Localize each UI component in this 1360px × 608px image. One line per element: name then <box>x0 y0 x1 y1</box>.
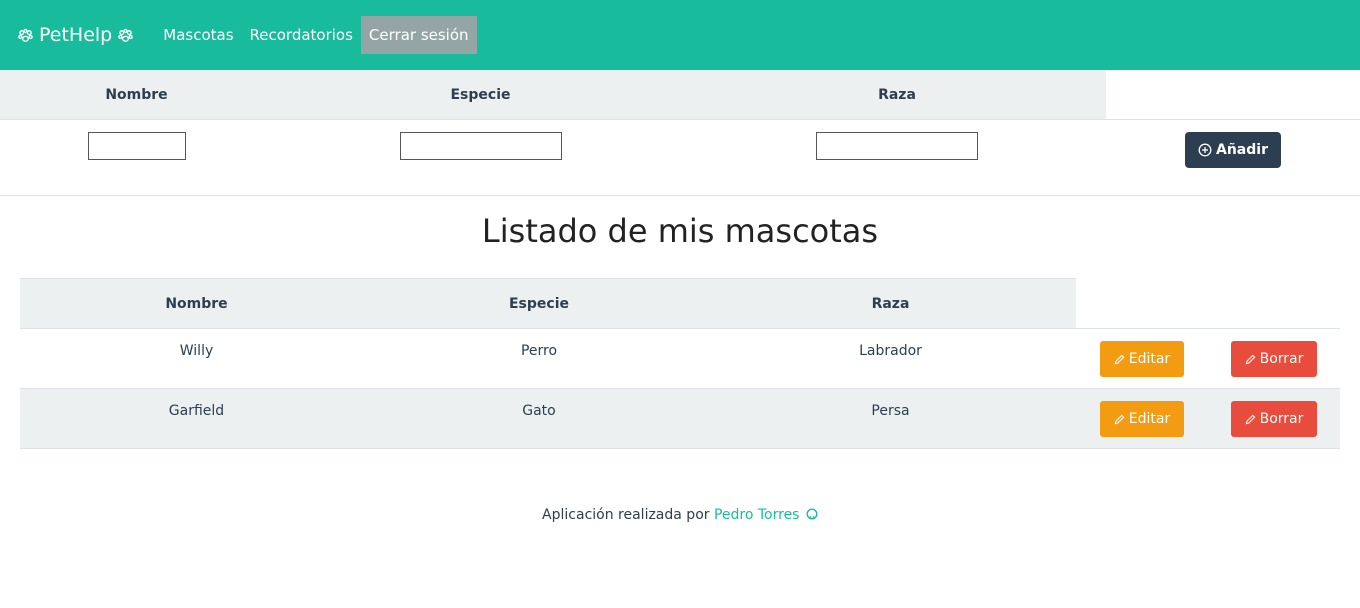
header-nombre: Nombre <box>0 70 273 120</box>
plus-circle-icon <box>1198 143 1212 157</box>
pencil-icon <box>1245 414 1256 424</box>
delete-button[interactable]: Borrar <box>1230 341 1318 377</box>
pet-name: Willy <box>20 328 373 389</box>
pet-species: Perro <box>373 328 705 389</box>
paw-icon <box>18 28 33 42</box>
add-pet-form: Nombre Especie Raza Añadir <box>0 70 1360 196</box>
pet-species: Gato <box>373 388 705 449</box>
edit-button-label: Editar <box>1128 351 1171 367</box>
header-especie: Especie <box>273 70 688 120</box>
column-nombre: Nombre <box>20 278 373 329</box>
edit-button[interactable]: Editar <box>1099 341 1185 377</box>
pencil-icon <box>1114 354 1125 364</box>
nav-link-mascotas[interactable]: Mascotas <box>155 16 241 54</box>
nombre-input[interactable] <box>87 132 186 160</box>
pet-breed: Labrador <box>705 328 1076 389</box>
column-raza: Raza <box>705 278 1076 329</box>
header-actions <box>1106 70 1360 120</box>
nav-link-recordatorios[interactable]: Recordatorios <box>242 16 361 54</box>
delete-button[interactable]: Borrar <box>1230 401 1318 437</box>
delete-button-label: Borrar <box>1259 351 1304 367</box>
edit-button[interactable]: Editar <box>1099 401 1185 437</box>
add-button[interactable]: Añadir <box>1185 132 1281 168</box>
edit-button-label: Editar <box>1128 411 1171 427</box>
pencil-icon <box>1114 414 1125 424</box>
footer-text: Aplicación realizada por <box>542 507 710 523</box>
pencil-icon <box>1245 354 1256 364</box>
raza-input[interactable] <box>816 132 978 160</box>
brand-name: PetHelp <box>39 24 113 46</box>
table-row: Garfield Gato Persa Editar Borrar <box>20 388 1340 449</box>
footer: Aplicación realizada por Pedro Torres <box>0 507 1360 523</box>
column-actions <box>1076 278 1340 329</box>
pet-breed: Persa <box>705 388 1076 449</box>
github-icon <box>806 508 818 520</box>
add-button-label: Añadir <box>1216 142 1268 158</box>
delete-button-label: Borrar <box>1259 411 1304 427</box>
nav-link-cerrar-sesion[interactable]: Cerrar sesión <box>360 16 477 54</box>
column-especie: Especie <box>373 278 705 329</box>
paw-icon <box>118 28 134 42</box>
table-row: Willy Perro Labrador Editar Borrar <box>20 328 1340 389</box>
navbar: PetHelp Mascotas Recordatorios Cerrar se… <box>0 0 1360 70</box>
pets-table: Nombre Especie Raza Willy Perro Labrador… <box>20 278 1340 449</box>
author-link[interactable]: Pedro Torres <box>714 507 818 523</box>
brand[interactable]: PetHelp <box>18 24 134 46</box>
pet-name: Garfield <box>20 388 373 449</box>
especie-input[interactable] <box>399 132 562 160</box>
header-raza: Raza <box>688 70 1106 120</box>
author-name: Pedro Torres <box>713 507 800 523</box>
page-title: Listado de mis mascotas <box>481 212 879 250</box>
